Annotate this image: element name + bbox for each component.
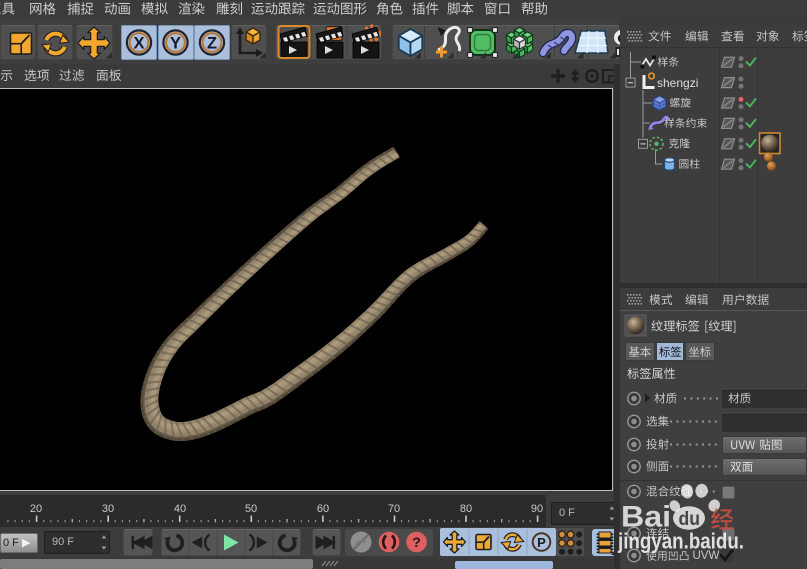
svg-text:du: du: [679, 509, 701, 530]
svg-text:jingyan.baidu.: jingyan.baidu.: [617, 529, 744, 554]
